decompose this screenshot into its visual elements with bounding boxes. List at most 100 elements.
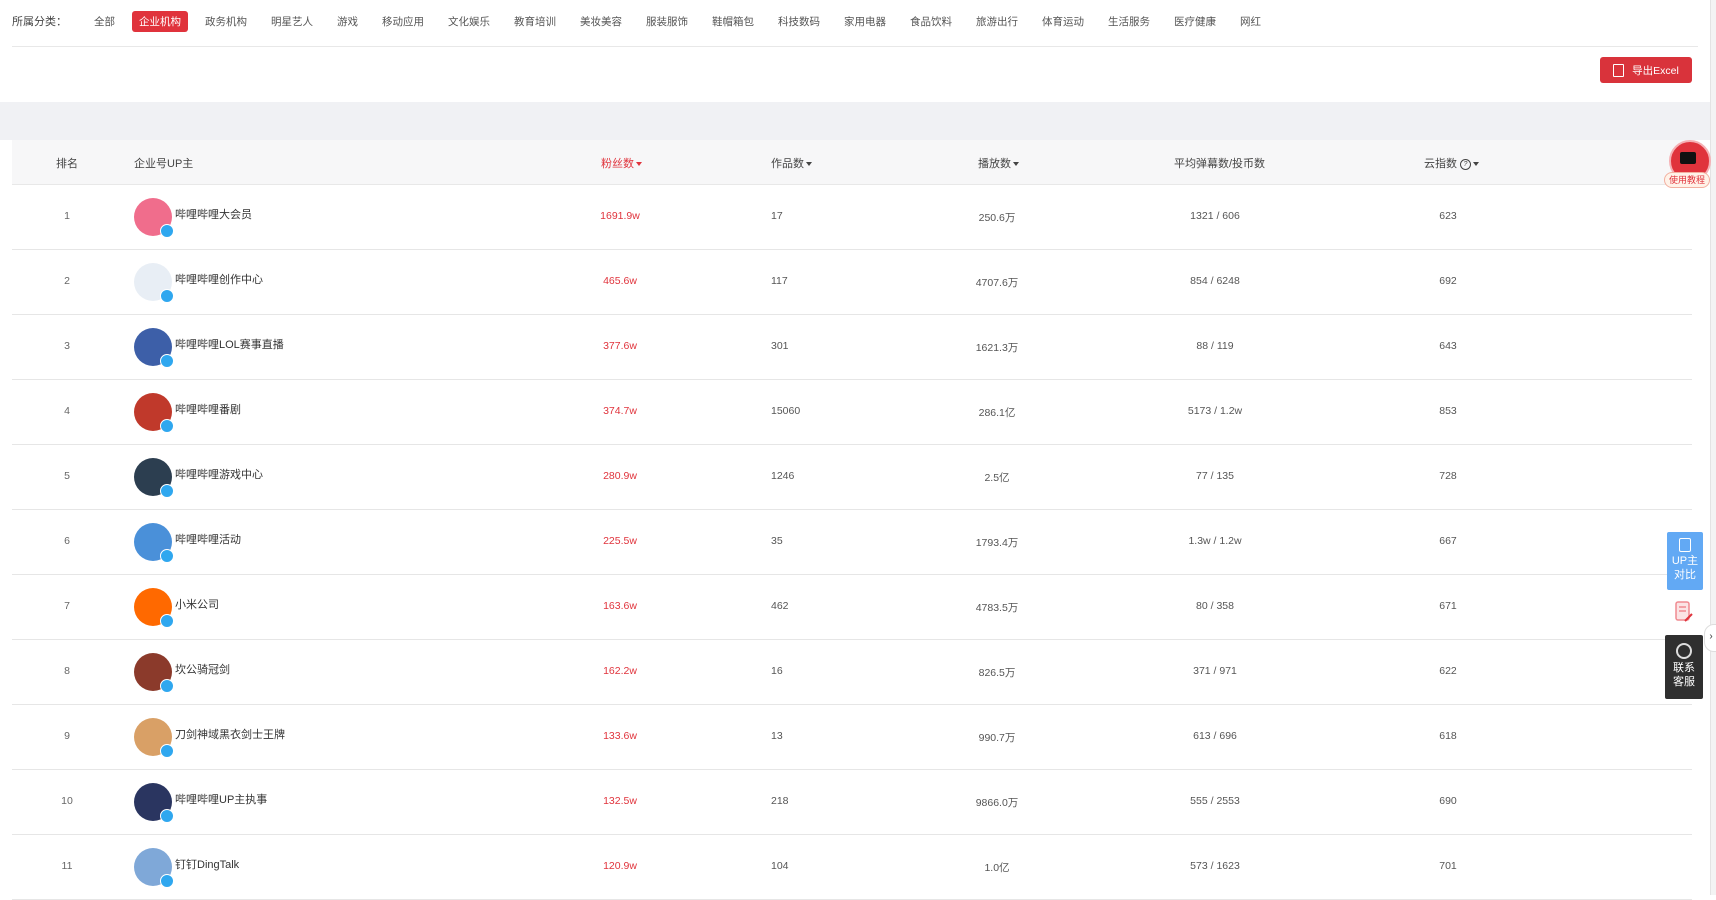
up-owner-name[interactable]: 钉钉DingTalk (175, 856, 239, 872)
table-row[interactable]: 11 120.9w 104 1.0亿 573 / 1623 701 钉钉DingTalk (12, 835, 1692, 900)
avg-danmaku-coin-cell: 1321 / 606 (1190, 210, 1240, 222)
category-filter-item[interactable]: 服装服饰 (639, 11, 695, 32)
table-row[interactable]: 1 1691.9w 17 250.6万 1321 / 606 623 哔哩哔哩大会员 (12, 185, 1692, 250)
table-row[interactable]: 9 133.6w 13 990.7万 613 / 696 618 刀剑神域黑衣剑士王牌 (12, 705, 1692, 770)
category-filter-item[interactable]: 生活服务 (1101, 11, 1157, 32)
category-filter-item[interactable]: 政务机构 (198, 11, 254, 32)
document-icon (1613, 63, 1625, 77)
plays-cell: 826.5万 (978, 667, 1016, 679)
up-owner-name[interactable]: 哔哩哔哩活动 (175, 531, 241, 547)
up-owner-name[interactable]: 哔哩哔哩大会员 (175, 206, 252, 222)
category-filter-bar: 所属分类： 全部 企业机构 政务机构 明星艺人 游戏 移动应用 文化娱乐 教育培训 美妆美容 服装… (12, 0, 1698, 47)
category-filter-item[interactable]: 体育运动 (1035, 11, 1091, 32)
export-excel-button[interactable]: 导出Excel (1600, 57, 1692, 83)
avatar[interactable] (134, 653, 174, 693)
avatar[interactable] (134, 588, 174, 628)
collapse-toolbar-button[interactable]: › (1704, 624, 1716, 652)
verified-badge-icon (160, 614, 174, 628)
note-icon[interactable] (1675, 601, 1693, 623)
up-owner-name[interactable]: 哔哩哔哩UP主执事 (175, 791, 267, 807)
works-cell: 117 (771, 275, 788, 287)
category-filter-item[interactable]: 全部 (87, 11, 122, 32)
category-filter-item[interactable]: 教育培训 (507, 11, 563, 32)
header-owner: 企业号UP主 (134, 158, 194, 170)
section-divider (0, 102, 1710, 140)
up-owner-name[interactable]: 哔哩哔哩LOL赛事直播 (175, 336, 284, 352)
rank-cell: 1 (64, 210, 70, 222)
table-row[interactable]: 5 280.9w 1246 2.5亿 77 / 135 728 哔哩哔哩游戏中心 (12, 445, 1692, 510)
plays-cell: 9866.0万 (975, 797, 1019, 809)
plays-cell: 1793.4万 (975, 537, 1019, 549)
category-filter-item[interactable]: 游戏 (330, 11, 365, 32)
verified-badge-icon (160, 679, 174, 693)
avatar[interactable] (134, 393, 174, 433)
cloud-index-cell: 618 (1439, 730, 1457, 742)
table-row[interactable]: 2 465.6w 117 4707.6万 854 / 6248 692 哔哩哔哩创作中心 (12, 250, 1692, 315)
plays-cell: 286.1亿 (978, 407, 1016, 419)
category-filter-item[interactable]: 明星艺人 (264, 11, 320, 32)
avatar[interactable] (134, 848, 174, 888)
avatar[interactable] (134, 198, 174, 238)
avatar[interactable] (134, 718, 174, 758)
table-row[interactable]: 6 225.5w 35 1793.4万 1.3w / 1.2w 667 哔哩哔哩活动 (12, 510, 1692, 575)
verified-badge-icon (160, 224, 174, 238)
plays-cell: 1621.3万 (975, 342, 1019, 354)
category-filter-item[interactable]: 美妆美容 (573, 11, 629, 32)
table-row[interactable]: 10 132.5w 218 9866.0万 555 / 2553 690 哔哩哔哩UP主执事 (12, 770, 1692, 835)
header-plays-sort[interactable]: 播放数 (978, 155, 1019, 171)
table-row[interactable]: 8 162.2w 16 826.5万 371 / 971 622 坎公骑冠剑 (12, 640, 1692, 705)
fans-cell: 163.6w (603, 600, 637, 612)
avatar[interactable] (134, 783, 174, 823)
up-owner-name[interactable]: 哔哩哔哩创作中心 (175, 271, 263, 287)
avg-danmaku-coin-cell: 77 / 135 (1196, 470, 1234, 482)
tv-screen-icon (1680, 152, 1696, 164)
category-filter-item[interactable]: 文化娱乐 (441, 11, 497, 32)
up-owner-name[interactable]: 哔哩哔哩游戏中心 (175, 466, 263, 482)
page-scrollbar[interactable] (1710, 0, 1716, 895)
help-icon[interactable]: ? (1460, 158, 1471, 170)
rank-cell: 11 (61, 860, 73, 872)
category-filter-item[interactable]: 旅游出行 (969, 11, 1025, 32)
avg-danmaku-coin-cell: 88 / 119 (1196, 340, 1234, 352)
works-cell: 17 (771, 210, 783, 222)
up-owner-name[interactable]: 坎公骑冠剑 (175, 661, 230, 677)
compare-icon (1679, 538, 1691, 552)
category-filter-item[interactable]: 移动应用 (375, 11, 431, 32)
rank-cell: 5 (64, 470, 70, 482)
avg-danmaku-coin-cell: 1.3w / 1.2w (1188, 535, 1242, 547)
avg-danmaku-coin-cell: 80 / 358 (1196, 600, 1234, 612)
header-fans-sort[interactable]: 粉丝数 (601, 155, 642, 171)
rank-cell: 8 (64, 665, 70, 677)
category-filter-item[interactable]: 家用电器 (837, 11, 893, 32)
rank-cell: 2 (64, 275, 70, 287)
works-cell: 16 (771, 665, 783, 677)
avatar[interactable] (134, 523, 174, 563)
category-filter-item[interactable]: 企业机构 (132, 11, 188, 32)
category-filter-item[interactable]: 网红 (1233, 11, 1268, 32)
up-owner-name[interactable]: 哔哩哔哩番剧 (175, 401, 241, 417)
table-body: 1 1691.9w 17 250.6万 1321 / 606 623 哔哩哔哩大会员 2 465… (12, 185, 1692, 900)
category-filter-item[interactable]: 医疗健康 (1167, 11, 1223, 32)
header-works-sort[interactable]: 作品数 (771, 155, 812, 171)
works-cell: 462 (771, 600, 789, 612)
avatar[interactable] (134, 328, 174, 368)
table-row[interactable]: 3 377.6w 301 1621.3万 88 / 119 643 哔哩哔哩LOL赛事直播 (12, 315, 1692, 380)
up-owner-name[interactable]: 小米公司 (175, 596, 219, 612)
contact-service-button[interactable]: 联系客服 (1665, 635, 1703, 699)
cloud-index-cell: 692 (1439, 275, 1457, 287)
category-filter-label: 所属分类： (12, 16, 67, 28)
table-row[interactable]: 7 163.6w 462 4783.5万 80 / 358 671 小米公司 (12, 575, 1692, 640)
category-filter-item[interactable]: 科技数码 (771, 11, 827, 32)
category-filter-item[interactable]: 鞋帽箱包 (705, 11, 761, 32)
tutorial-label: 使用教程 (1664, 172, 1710, 188)
category-filter-item[interactable]: 食品饮料 (903, 11, 959, 32)
avatar[interactable] (134, 263, 174, 303)
table-row[interactable]: 4 374.7w 15060 286.1亿 5173 / 1.2w 853 哔哩哔哩番剧 (12, 380, 1692, 445)
up-owner-name[interactable]: 刀剑神域黑衣剑士王牌 (175, 726, 285, 742)
header-index-sort[interactable]: 云指数? (1424, 155, 1479, 171)
headset-icon (1676, 643, 1692, 659)
plays-cell: 4783.5万 (975, 602, 1019, 614)
avatar[interactable] (134, 458, 174, 498)
tutorial-button[interactable]: 使用教程 (1664, 140, 1711, 188)
up-compare-button[interactable]: UP主对比 (1667, 532, 1703, 590)
